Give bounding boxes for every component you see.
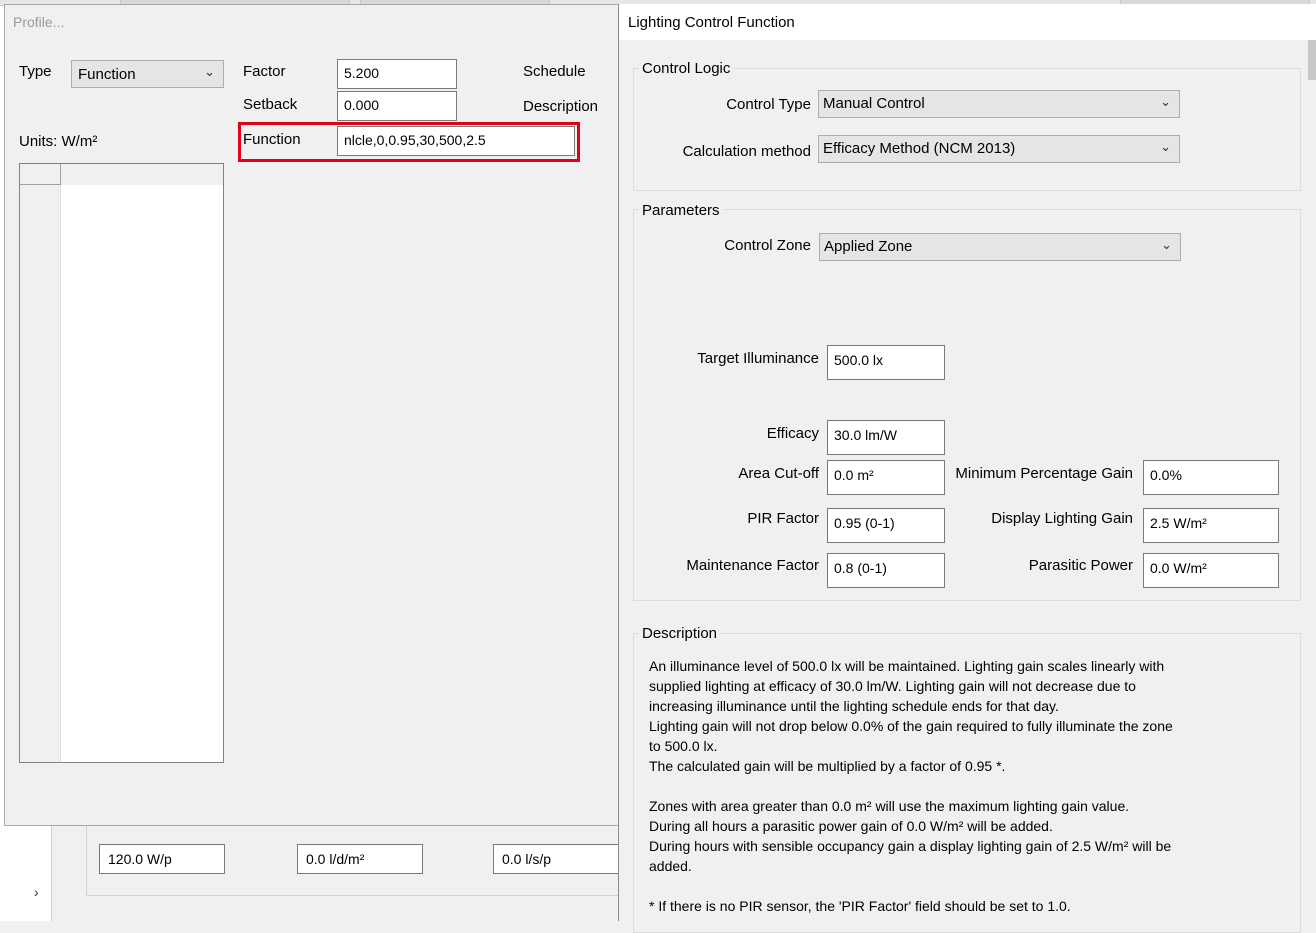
description-line: The calculated gain will be multiplied b… xyxy=(649,758,1006,774)
control-zone-value: Applied Zone xyxy=(824,238,913,255)
description-line: increasing illuminance until the lightin… xyxy=(649,698,1059,714)
metabolic-rate-field[interactable]: 120.0 W/p xyxy=(99,844,225,874)
description-line: During all hours a parasitic power gain … xyxy=(649,818,1053,834)
chevron-down-icon: ⌄ xyxy=(204,64,215,79)
efficacy-label: Efficacy xyxy=(766,425,819,442)
profile-dialog-title: Profile... xyxy=(13,14,65,30)
chevron-down-icon: ⌄ xyxy=(1161,237,1172,252)
description-line: to 500.0 lx. xyxy=(649,738,718,754)
scrollbar-thumb[interactable] xyxy=(1308,40,1316,80)
description-blank-line xyxy=(649,876,1259,896)
description-label: Description xyxy=(523,98,599,115)
min-percentage-gain-input[interactable]: 0.0% xyxy=(1143,460,1279,495)
display-lighting-gain-label: Display Lighting Gain xyxy=(991,510,1133,527)
parasitic-power-input[interactable]: 0.0 W/m² xyxy=(1143,553,1279,588)
calc-method-label: Calculation method xyxy=(682,143,811,160)
description-line: added. xyxy=(649,858,692,874)
control-zone-select[interactable]: Applied Zone ⌄ xyxy=(819,233,1181,261)
dhw-field[interactable]: 0.0 l/d/m² xyxy=(297,844,423,874)
description-line: During hours with sensible occupancy gai… xyxy=(649,838,1172,854)
background-scroll-panel xyxy=(0,826,52,921)
pir-factor-label: PIR Factor xyxy=(747,510,819,527)
type-select[interactable]: Function ⌄ xyxy=(71,60,224,88)
description-text: An illuminance level of 500.0 lx will be… xyxy=(649,656,1259,916)
description-line: Lighting gain will not drop below 0.0% o… xyxy=(649,718,1173,734)
description-title: Description xyxy=(639,625,721,642)
control-logic-title: Control Logic xyxy=(639,60,734,77)
target-illuminance-input[interactable]: 500.0 lx xyxy=(827,345,945,380)
maintenance-factor-label: Maintenance Factor xyxy=(686,557,819,574)
type-label: Type xyxy=(19,63,52,80)
grid-column-header xyxy=(61,164,223,185)
dialog-scrollbar[interactable] xyxy=(1307,40,1316,921)
setback-input[interactable]: 0.000 xyxy=(337,91,457,121)
pir-factor-input[interactable]: 0.95 (0-1) xyxy=(827,508,945,543)
calc-method-value: Efficacy Method (NCM 2013) xyxy=(823,140,1016,157)
function-label: Function xyxy=(243,131,301,148)
function-input[interactable]: nlcle,0,0.95,30,500,2.5 xyxy=(337,126,575,156)
factor-input[interactable]: 5.200 xyxy=(337,59,457,89)
min-percentage-gain-label: Minimum Percentage Gain xyxy=(955,465,1133,482)
schedule-label: Schedule xyxy=(523,63,586,80)
parameters-title: Parameters xyxy=(639,202,723,219)
chevron-right-icon[interactable]: › xyxy=(34,884,39,900)
maintenance-factor-input[interactable]: 0.8 (0-1) xyxy=(827,553,945,588)
chevron-down-icon: ⌄ xyxy=(1160,139,1171,154)
parasitic-power-label: Parasitic Power xyxy=(1028,557,1133,574)
grid-corner-cell[interactable] xyxy=(20,164,61,185)
description-blank-line xyxy=(649,776,1259,796)
control-type-select[interactable]: Manual Control ⌄ xyxy=(818,90,1180,118)
area-cutoff-input[interactable]: 0.0 m² xyxy=(827,460,945,495)
control-type-value: Manual Control xyxy=(823,95,925,112)
control-zone-label: Control Zone xyxy=(724,237,811,254)
control-type-label: Control Type xyxy=(726,96,811,113)
type-select-value: Function xyxy=(78,66,136,83)
control-logic-group xyxy=(633,68,1301,191)
factor-label: Factor xyxy=(243,63,286,80)
setback-label: Setback xyxy=(243,96,298,113)
grid-row-header xyxy=(20,164,61,762)
dialog-title: Lighting Control Function xyxy=(628,14,795,31)
profile-dialog: Profile... Type Function ⌄ Units: W/m² F… xyxy=(4,4,620,826)
chevron-down-icon: ⌄ xyxy=(1160,94,1171,109)
area-cutoff-label: Area Cut-off xyxy=(738,465,819,482)
description-line: * If there is no PIR sensor, the 'PIR Fa… xyxy=(649,898,1071,914)
description-line: Zones with area greater than 0.0 m² will… xyxy=(649,798,1130,814)
units-label: Units: W/m² xyxy=(19,133,98,150)
calc-method-select[interactable]: Efficacy Method (NCM 2013) ⌄ xyxy=(818,135,1180,163)
profile-data-grid[interactable] xyxy=(19,163,224,763)
outside-air-field[interactable]: 0.0 l/s/p xyxy=(493,844,620,874)
target-illuminance-label: Target Illuminance xyxy=(697,350,819,367)
lighting-control-dialog: Lighting Control Function Control Logic … xyxy=(618,4,1316,933)
description-line: An illuminance level of 500.0 lx will be… xyxy=(649,658,1165,674)
efficacy-input[interactable]: 30.0 lm/W xyxy=(827,420,945,455)
description-line: supplied lighting at efficacy of 30.0 lm… xyxy=(649,678,1136,694)
display-lighting-gain-input[interactable]: 2.5 W/m² xyxy=(1143,508,1279,543)
